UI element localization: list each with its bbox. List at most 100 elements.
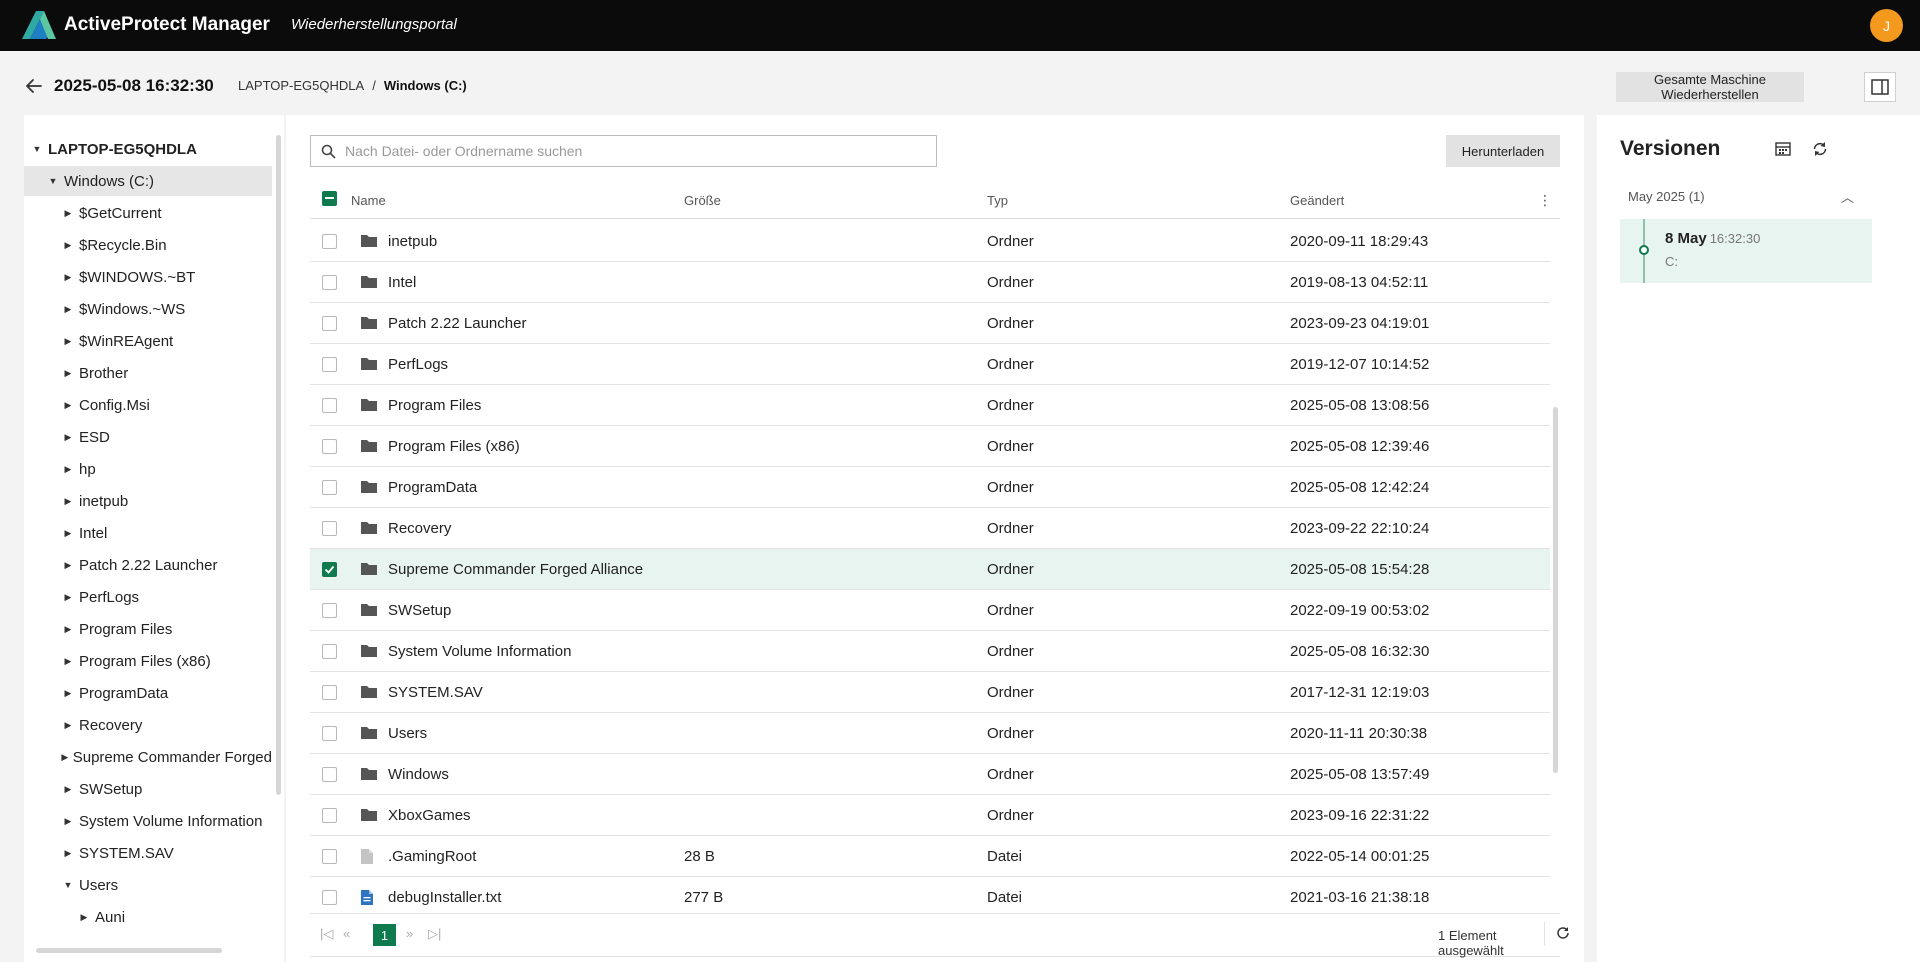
tree-item[interactable]: ▶ System Volume Information [24, 806, 272, 836]
caret-down-icon[interactable]: ▼ [61, 880, 75, 890]
caret-right-icon[interactable]: ▶ [61, 368, 75, 379]
table-row[interactable]: Supreme Commander Forged Alliance Ordner 2… [310, 549, 1550, 590]
tree-item[interactable]: ▶ Intel [24, 518, 272, 548]
back-arrow-icon[interactable] [24, 76, 44, 96]
first-page-icon[interactable]: |◁ [320, 926, 333, 942]
caret-right-icon[interactable]: ▶ [61, 400, 75, 411]
tree-item[interactable]: ▶ Recovery [24, 710, 272, 740]
row-checkbox[interactable] [322, 767, 337, 782]
row-checkbox[interactable] [322, 398, 337, 413]
table-row[interactable]: Program Files (x86) Ordner 2025-05-08 12:3… [310, 426, 1550, 467]
next-page-icon[interactable]: » [406, 926, 413, 941]
tree-item[interactable]: ▶ hp [24, 454, 272, 484]
caret-down-icon[interactable]: ▼ [30, 144, 44, 154]
restore-entire-machine-button[interactable]: Gesamte Maschine Wiederherstellen [1616, 72, 1804, 102]
tree-item[interactable]: ▶ Supreme Commander Forged [24, 742, 272, 772]
version-group-label[interactable]: May 2025 (1) [1628, 189, 1705, 204]
user-avatar[interactable]: J [1870, 9, 1903, 42]
column-name[interactable]: Name [351, 193, 386, 208]
row-checkbox[interactable] [322, 603, 337, 618]
row-checkbox[interactable] [322, 234, 337, 249]
table-row[interactable]: PerfLogs Ordner 2019-12-07 10:14:52 [310, 344, 1550, 385]
caret-right-icon[interactable]: ▶ [61, 656, 75, 667]
caret-right-icon[interactable]: ▶ [61, 432, 75, 443]
tree-item[interactable]: ▶ SWSetup [24, 774, 272, 804]
table-row[interactable]: Windows Ordner 2025-05-08 13:57:49 [310, 754, 1550, 795]
caret-right-icon[interactable]: ▶ [61, 272, 75, 283]
row-checkbox[interactable] [322, 808, 337, 823]
tree-item[interactable]: ▶ ESD [24, 422, 272, 452]
table-row[interactable]: System Volume Information Ordner 2025-05-0… [310, 631, 1550, 672]
table-row[interactable]: Patch 2.22 Launcher Ordner 2023-09-23 04:1… [310, 303, 1550, 344]
tree-item-drive[interactable]: ▼ Windows (C:) [24, 166, 272, 196]
tree-item[interactable]: ▶ $WinREAgent [24, 326, 272, 356]
row-checkbox[interactable] [322, 521, 337, 536]
tree-item[interactable]: ▶ Auni [24, 902, 272, 932]
row-checkbox[interactable] [322, 644, 337, 659]
row-checkbox[interactable] [322, 439, 337, 454]
caret-right-icon[interactable]: ▶ [61, 304, 75, 315]
tree-item[interactable]: ▶ Brother [24, 358, 272, 388]
caret-right-icon[interactable]: ▶ [61, 784, 75, 795]
column-type[interactable]: Typ [987, 193, 1008, 208]
tree-item[interactable]: ▶ $WINDOWS.~BT [24, 262, 272, 292]
tree-item[interactable]: ▶ PerfLogs [24, 582, 272, 612]
refresh-versions-icon[interactable] [1812, 141, 1828, 160]
row-checkbox[interactable] [322, 357, 337, 372]
download-button[interactable]: Herunterladen [1446, 135, 1560, 167]
caret-right-icon[interactable]: ▶ [61, 528, 75, 539]
page-number-button[interactable]: 1 [373, 924, 396, 946]
prev-page-icon[interactable]: « [343, 926, 350, 941]
tree-root[interactable]: ▼ LAPTOP-EG5QHDLA [24, 134, 272, 164]
chevron-up-icon[interactable]: ︿ [1841, 187, 1854, 206]
table-row[interactable]: XboxGames Ordner 2023-09-16 22:31:22 [310, 795, 1550, 836]
row-checkbox[interactable] [322, 275, 337, 290]
caret-right-icon[interactable]: ▶ [61, 208, 75, 219]
table-row[interactable]: SYSTEM.SAV Ordner 2017-12-31 12:19:03 [310, 672, 1550, 713]
caret-right-icon[interactable]: ▶ [61, 464, 75, 475]
table-row[interactable]: Program Files Ordner 2025-05-08 13:08:56 [310, 385, 1550, 426]
table-row[interactable]: SWSetup Ordner 2022-09-19 00:53:02 [310, 590, 1550, 631]
row-checkbox[interactable] [322, 890, 337, 905]
table-row[interactable]: Users Ordner 2020-11-11 20:30:38 [310, 713, 1550, 754]
calendar-icon[interactable] [1775, 141, 1791, 159]
caret-right-icon[interactable]: ▶ [61, 592, 75, 603]
caret-right-icon[interactable]: ▶ [61, 496, 75, 507]
tree-item[interactable]: ▶ Patch 2.22 Launcher [24, 550, 272, 580]
toggle-side-panel-button[interactable] [1864, 72, 1896, 102]
caret-right-icon[interactable]: ▶ [61, 336, 75, 347]
version-item[interactable]: 8 May 16:32:30 C: [1620, 219, 1872, 283]
caret-right-icon[interactable]: ▶ [61, 624, 75, 635]
table-row[interactable]: .GamingRoot 28 B Datei 2022-05-14 00:01:25 [310, 836, 1550, 877]
column-modified[interactable]: Geändert [1290, 193, 1344, 208]
table-row[interactable]: debugInstaller.txt 277 B Datei 2021-03-16 2… [310, 877, 1550, 913]
refresh-icon[interactable] [1556, 926, 1570, 943]
caret-right-icon[interactable]: ▶ [77, 912, 91, 923]
tree-horizontal-scrollbar[interactable] [36, 948, 222, 953]
table-row[interactable]: Intel Ordner 2019-08-13 04:52:11 [310, 262, 1550, 303]
search-input[interactable] [345, 137, 936, 165]
tree-item[interactable]: ▶ Config.Msi [24, 390, 272, 420]
tree-item[interactable]: ▶ $Recycle.Bin [24, 230, 272, 260]
tree-item[interactable]: ▶ Program Files [24, 614, 272, 644]
caret-right-icon[interactable]: ▶ [61, 720, 75, 731]
caret-right-icon[interactable]: ▶ [61, 688, 75, 699]
tree-vertical-scrollbar[interactable] [276, 135, 281, 795]
tree-item[interactable]: ▶ SYSTEM.SAV [24, 838, 272, 868]
tree-item[interactable]: ▶ Program Files (x86) [24, 646, 272, 676]
caret-right-icon[interactable]: ▶ [61, 816, 75, 827]
column-size[interactable]: Größe [684, 193, 721, 208]
caret-right-icon[interactable]: ▶ [61, 560, 75, 571]
table-row[interactable]: inetpub Ordner 2020-09-11 18:29:43 [310, 221, 1550, 262]
row-checkbox[interactable] [322, 685, 337, 700]
breadcrumb-machine[interactable]: LAPTOP-EG5QHDLA [238, 78, 364, 93]
caret-right-icon[interactable]: ▶ [61, 848, 75, 859]
table-row[interactable]: Recovery Ordner 2023-09-22 22:10:24 [310, 508, 1550, 549]
last-page-icon[interactable]: ▷| [428, 926, 441, 942]
tree-item[interactable]: ▶ inetpub [24, 486, 272, 516]
row-checkbox[interactable] [322, 726, 337, 741]
caret-right-icon[interactable]: ▶ [61, 752, 69, 763]
table-row[interactable]: ProgramData Ordner 2025-05-08 12:42:24 [310, 467, 1550, 508]
caret-right-icon[interactable]: ▶ [61, 240, 75, 251]
row-checkbox[interactable] [322, 562, 337, 577]
